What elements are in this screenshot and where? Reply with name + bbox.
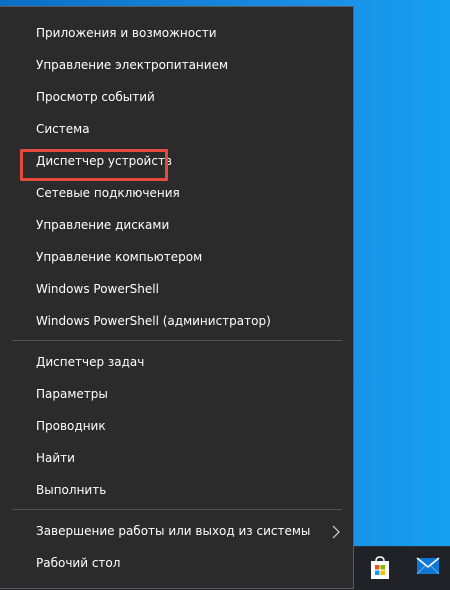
- menu-item-network-connections[interactable]: Сетевые подключения: [0, 177, 353, 209]
- menu-item-label: Выполнить: [36, 483, 107, 497]
- menu-divider: [12, 340, 342, 341]
- menu-item-apps-and-features[interactable]: Приложения и возможности: [0, 17, 353, 49]
- menu-item-desktop[interactable]: Рабочий стол: [0, 547, 353, 579]
- menu-divider: [12, 509, 342, 510]
- menu-item-event-viewer[interactable]: Просмотр событий: [0, 81, 353, 113]
- menu-item-label: Система: [36, 122, 90, 136]
- menu-item-label: Сетевые подключения: [36, 186, 180, 200]
- menu-item-task-manager[interactable]: Диспетчер задач: [0, 346, 353, 378]
- menu-item-computer-management[interactable]: Управление компьютером: [0, 241, 353, 273]
- menu-item-run[interactable]: Выполнить: [0, 474, 353, 506]
- menu-item-label: Завершение работы или выход из системы: [36, 524, 311, 538]
- menu-item-label: Диспетчер задач: [36, 355, 145, 369]
- menu-item-label: Windows PowerShell (администратор): [36, 314, 271, 328]
- highlight-box: [20, 149, 168, 181]
- menu-item-label: Приложения и возможности: [36, 26, 217, 40]
- winx-context-menu: Приложения и возможности Управление элек…: [0, 6, 354, 589]
- menu-item-settings[interactable]: Параметры: [0, 378, 353, 410]
- menu-item-label: Найти: [36, 451, 75, 465]
- menu-item-label: Проводник: [36, 419, 106, 433]
- menu-item-system[interactable]: Система: [0, 113, 353, 145]
- menu-item-search[interactable]: Найти: [0, 442, 353, 474]
- menu-item-label: Управление электропитанием: [36, 58, 228, 72]
- menu-item-label: Управление дисками: [36, 218, 170, 232]
- menu-item-shutdown-or-sign-out[interactable]: Завершение работы или выход из системы: [0, 515, 353, 547]
- menu-item-powershell-admin[interactable]: Windows PowerShell (администратор): [0, 305, 353, 337]
- menu-item-label: Просмотр событий: [36, 90, 155, 104]
- menu-item-power-options[interactable]: Управление электропитанием: [0, 49, 353, 81]
- menu-item-disk-management[interactable]: Управление дисками: [0, 209, 353, 241]
- menu-item-label: Параметры: [36, 387, 108, 401]
- chevron-right-icon: [331, 524, 341, 539]
- mail-icon[interactable]: [416, 556, 440, 582]
- menu-item-label: Управление компьютером: [36, 250, 203, 264]
- store-icon[interactable]: [368, 555, 392, 581]
- menu-item-file-explorer[interactable]: Проводник: [0, 410, 353, 442]
- menu-item-label: Windows PowerShell: [36, 282, 159, 296]
- menu-item-label: Рабочий стол: [36, 556, 121, 570]
- menu-item-powershell[interactable]: Windows PowerShell: [0, 273, 353, 305]
